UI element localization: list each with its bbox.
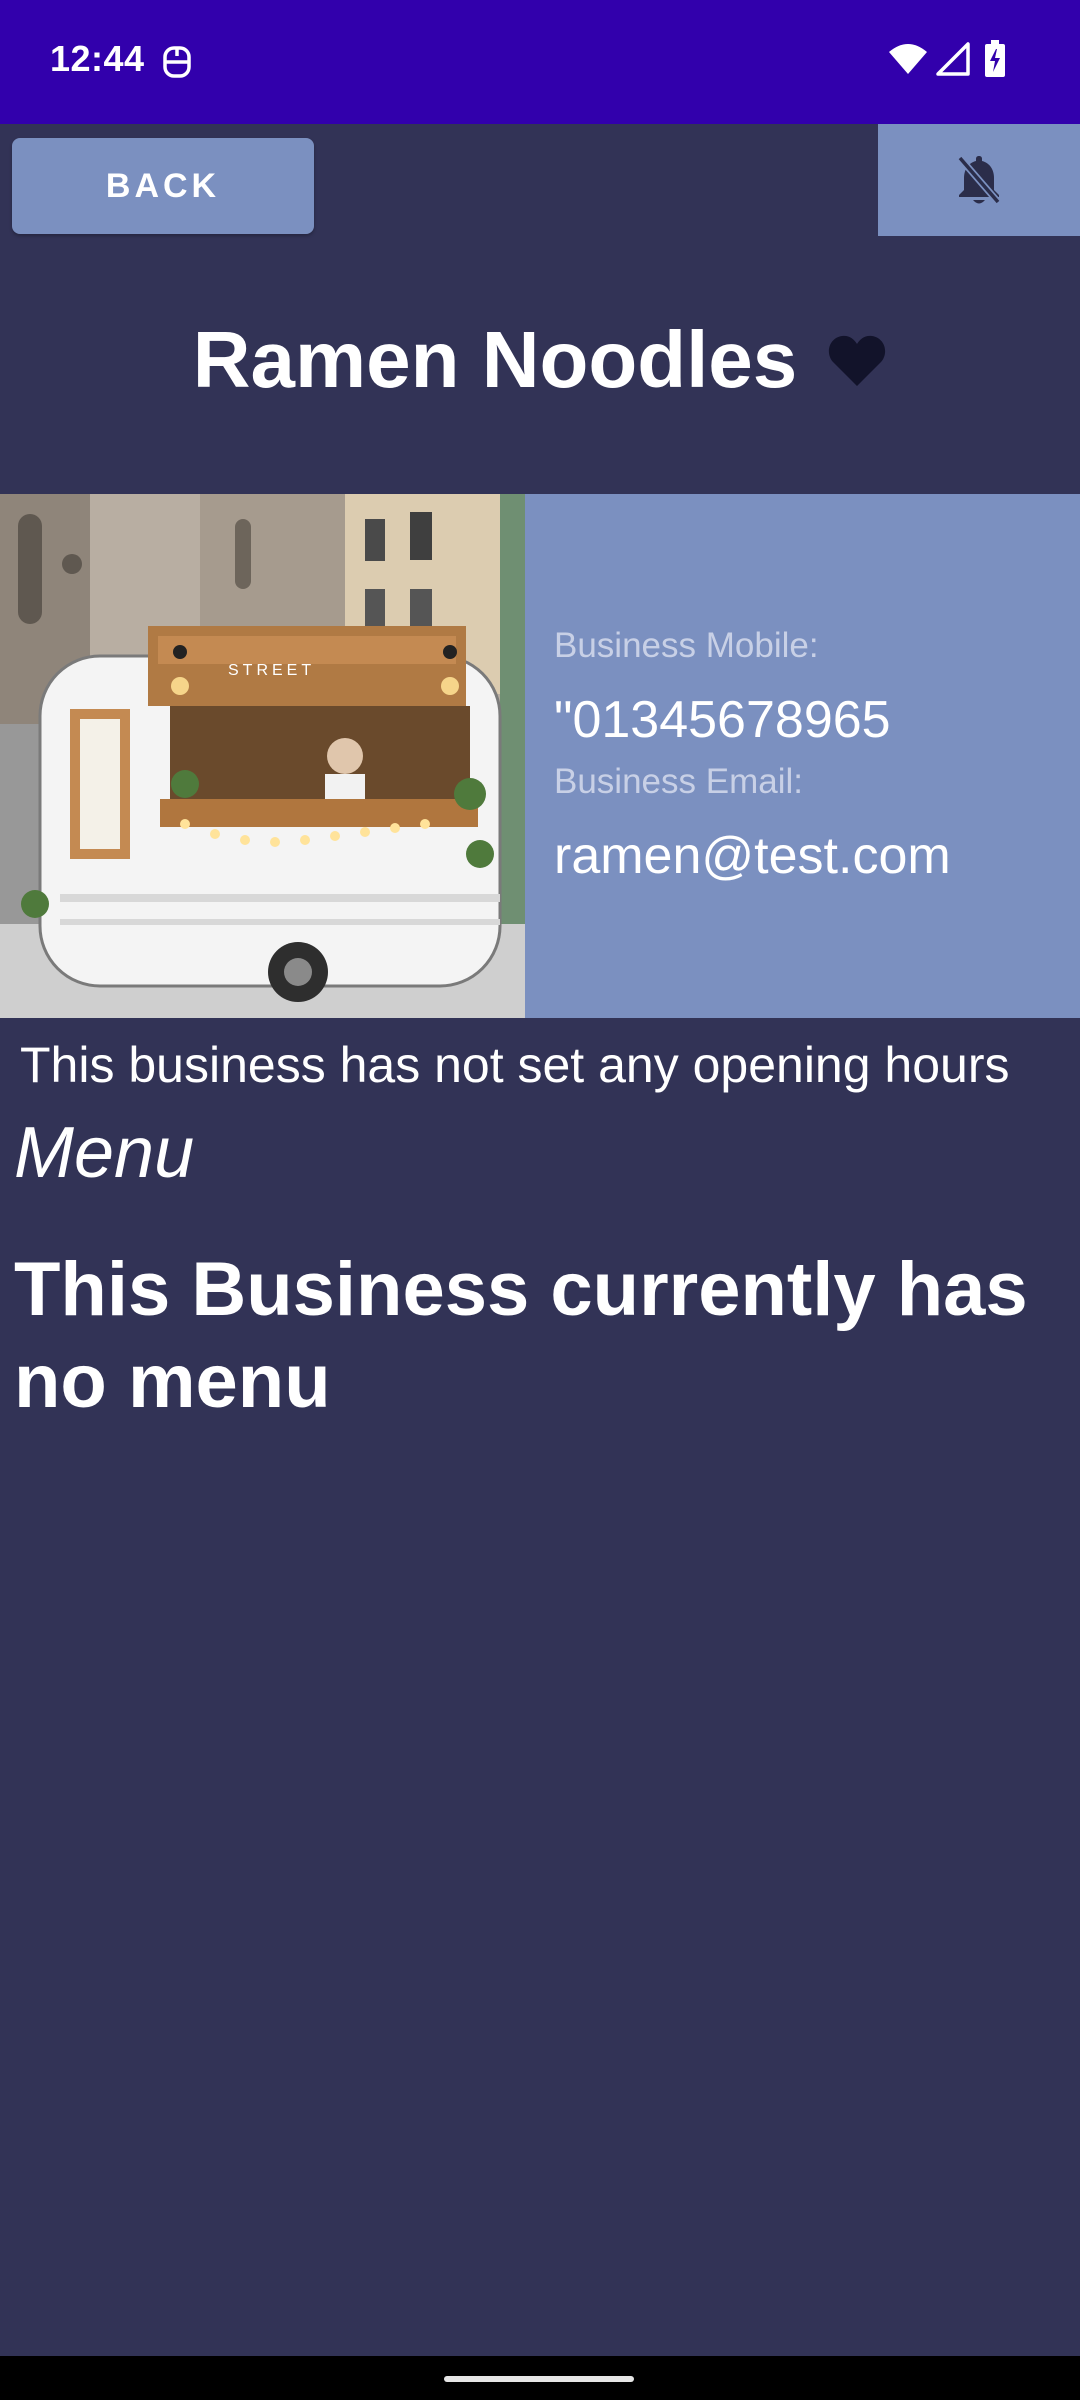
- svg-text:STREET: STREET: [228, 662, 315, 679]
- business-photo: STREET: [0, 494, 525, 1018]
- cell-signal-icon: [936, 42, 970, 76]
- email-value[interactable]: ramen@test.com: [554, 826, 951, 886]
- app-notification-icon: [163, 46, 191, 78]
- title-row: Ramen Noodles: [0, 300, 1080, 420]
- mobile-label: Business Mobile:: [554, 626, 819, 665]
- food-truck-photo: STREET: [0, 494, 525, 1018]
- status-bar: 12:44: [0, 0, 1080, 124]
- home-indicator[interactable]: [444, 2376, 634, 2382]
- no-menu-message: This Business currently has no menu: [14, 1247, 1028, 1424]
- battery-charging-icon: [985, 40, 1005, 77]
- opening-hours-text: This business has not set any opening ho…: [20, 1037, 1010, 1093]
- system-nav-bar: [0, 2356, 1080, 2400]
- business-name-title: Ramen Noodles: [192, 315, 798, 404]
- menu-heading: Menu: [14, 1113, 195, 1193]
- notifications-toggle-button[interactable]: [878, 124, 1080, 236]
- email-label: Business Email:: [554, 762, 803, 801]
- mobile-value[interactable]: "01345678965: [554, 690, 891, 750]
- back-button[interactable]: BACK: [12, 138, 314, 234]
- favorite-heart-icon[interactable]: [827, 332, 887, 388]
- wifi-icon: [889, 44, 927, 74]
- notifications-off-icon: [957, 155, 1001, 205]
- status-time: 12:44: [50, 38, 145, 79]
- business-info-band: STREET Business Mobile: "01345678965 Bus…: [0, 494, 1080, 1018]
